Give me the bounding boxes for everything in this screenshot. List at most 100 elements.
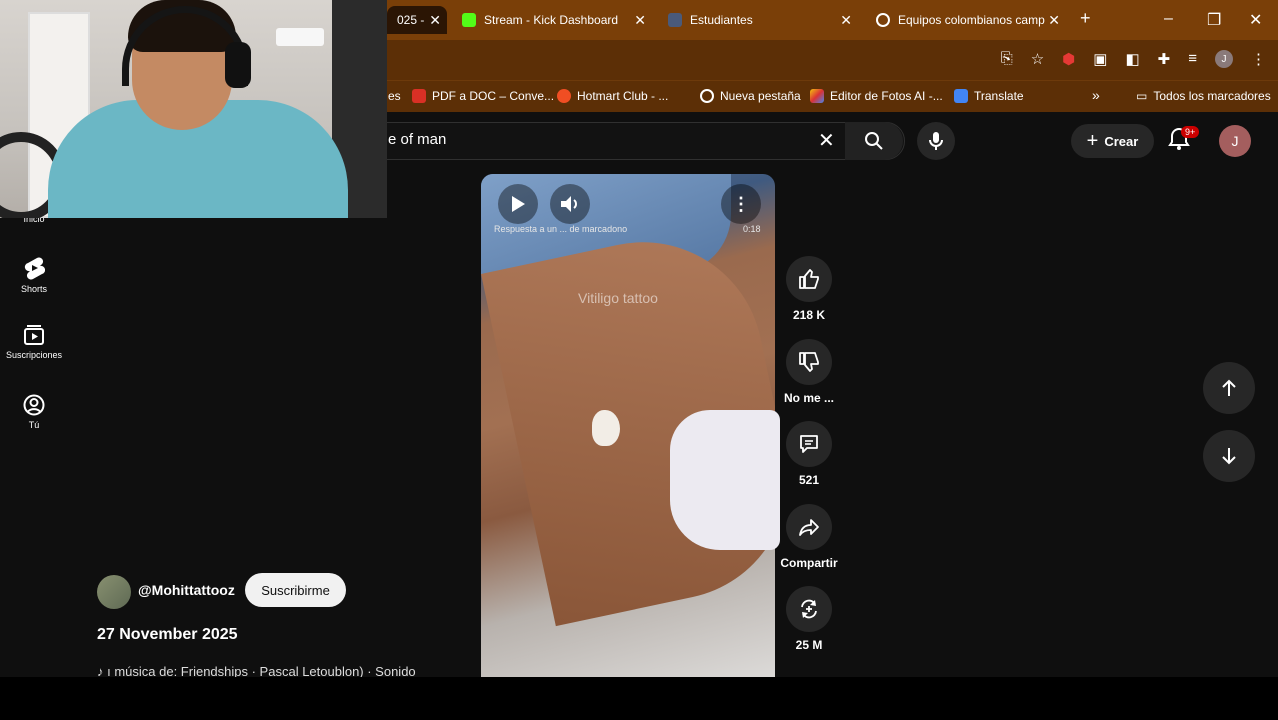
install-icon[interactable]: ⎘ bbox=[1001, 50, 1013, 68]
kick-icon bbox=[462, 13, 476, 27]
channel-name[interactable]: @Mohittattooz bbox=[138, 582, 235, 598]
search-input[interactable]: e of man bbox=[388, 131, 446, 148]
like-button[interactable] bbox=[786, 256, 832, 302]
webcam-background-ac bbox=[276, 28, 324, 46]
all-bookmarks[interactable]: ▭ Todos los marcadores bbox=[1136, 89, 1271, 103]
microphone-icon bbox=[929, 132, 943, 150]
menu-icon[interactable]: ⋮ bbox=[1251, 50, 1266, 68]
pdf-icon bbox=[412, 89, 426, 103]
you-icon bbox=[23, 394, 45, 416]
comment-count: 521 bbox=[798, 473, 820, 487]
remix-count: 25 M bbox=[795, 638, 823, 652]
search-icon bbox=[865, 132, 883, 150]
nav-label: Tú bbox=[28, 420, 40, 430]
subscribe-button[interactable]: Suscribirme bbox=[245, 573, 346, 607]
arrow-down-icon bbox=[1222, 448, 1236, 465]
nav-suscripciones[interactable]: Suscripciones bbox=[0, 324, 68, 360]
profile-avatar[interactable]: J bbox=[1215, 50, 1233, 68]
video-glove bbox=[670, 410, 780, 550]
window-close-icon[interactable]: ✕ bbox=[1249, 10, 1262, 30]
translate-icon bbox=[954, 89, 968, 103]
minimize-icon[interactable]: – bbox=[1164, 10, 1173, 28]
subscriptions-icon bbox=[24, 325, 44, 345]
video-watermark: Vitiligo tattoo bbox=[578, 290, 658, 306]
headphone-earcup bbox=[225, 42, 251, 88]
nav-shorts[interactable]: Shorts bbox=[0, 256, 68, 294]
tab-estudiantes[interactable]: Estudiantes ✕ bbox=[658, 6, 858, 34]
bookmark-item[interactable]: Translate bbox=[954, 89, 1024, 103]
more-vert-icon: ⋮ bbox=[732, 193, 750, 214]
close-icon[interactable]: ✕ bbox=[429, 12, 441, 29]
remix-button[interactable] bbox=[786, 586, 832, 632]
new-tab-button[interactable]: + bbox=[1080, 8, 1091, 29]
play-button[interactable] bbox=[498, 184, 538, 224]
close-icon[interactable]: ✕ bbox=[1048, 12, 1060, 29]
comment-icon bbox=[800, 435, 818, 453]
nav-label: Suscripciones bbox=[5, 350, 63, 360]
nav-tu[interactable]: Tú bbox=[0, 394, 68, 430]
previous-short-button[interactable] bbox=[1203, 362, 1255, 414]
dislike-action[interactable]: No me ... bbox=[779, 339, 839, 405]
video-time: 0:18 bbox=[743, 224, 761, 234]
volume-icon bbox=[561, 196, 577, 212]
next-short-button[interactable] bbox=[1203, 430, 1255, 482]
globe-icon bbox=[700, 89, 714, 103]
extension-icon[interactable]: ▣ bbox=[1093, 50, 1107, 68]
volume-button[interactable] bbox=[550, 184, 590, 224]
tab-equipos[interactable]: Equipos colombianos camp ✕ bbox=[866, 6, 1066, 34]
clear-search-icon[interactable]: ✕ bbox=[818, 128, 835, 153]
hotmart-icon bbox=[557, 89, 571, 103]
like-count: 218 K bbox=[792, 308, 826, 322]
extension-red-icon[interactable]: ⬢ bbox=[1062, 50, 1075, 68]
close-icon[interactable]: ✕ bbox=[840, 12, 852, 29]
share-button[interactable] bbox=[786, 504, 832, 550]
close-icon[interactable]: ✕ bbox=[634, 12, 646, 29]
like-action[interactable]: 218 K bbox=[779, 256, 839, 322]
star-icon[interactable]: ☆ bbox=[1031, 50, 1044, 68]
bookmark-item[interactable]: es bbox=[388, 89, 401, 103]
thumbs-up-icon bbox=[799, 269, 819, 289]
remix-icon bbox=[801, 599, 817, 619]
tab-title: Estudiantes bbox=[690, 13, 753, 27]
bookmark-item[interactable]: Editor de Fotos AI -... bbox=[810, 89, 943, 103]
tab-title: Equipos colombianos camp bbox=[898, 13, 1045, 27]
puzzle-icon[interactable]: ✚ bbox=[1158, 50, 1171, 68]
search-button[interactable] bbox=[845, 122, 903, 160]
photo-editor-icon bbox=[810, 89, 824, 103]
tab-title: 025 - bbox=[397, 13, 425, 27]
arrow-up-icon bbox=[1222, 379, 1236, 396]
notification-badge: 9+ bbox=[1181, 126, 1200, 138]
dislike-label: No me ... bbox=[783, 391, 834, 405]
remix-action[interactable]: 25 M bbox=[779, 586, 839, 652]
share-icon bbox=[799, 519, 819, 536]
media-icon[interactable]: ≡ bbox=[1188, 50, 1197, 68]
tab-kick-dashboard[interactable]: Stream - Kick Dashboard ✕ bbox=[452, 6, 652, 34]
toolbar-icons: ⎘ ☆ ⬢ ▣ ◧ ✚ ≡ J ⋮ bbox=[1001, 50, 1266, 68]
bookmarks-overflow[interactable]: » bbox=[1092, 87, 1100, 103]
tab-title: Stream - Kick Dashboard bbox=[484, 13, 619, 27]
thumbs-down-icon bbox=[799, 352, 819, 372]
dislike-button[interactable] bbox=[786, 339, 832, 385]
screen: 025 - ✕ Stream - Kick Dashboard ✕ Estudi… bbox=[0, 0, 1278, 720]
video-caption: Respuesta a un ... de marcadono bbox=[494, 224, 628, 234]
more-options-button[interactable]: ⋮ bbox=[721, 184, 761, 224]
music-credit[interactable]: ♪ ı música de: Friendships · Pascal Leto… bbox=[97, 664, 467, 677]
extension-grey-icon[interactable]: ◧ bbox=[1125, 50, 1139, 68]
folder-icon: ▭ bbox=[1136, 89, 1148, 103]
plus-icon: + bbox=[1086, 129, 1099, 152]
comments-button[interactable] bbox=[786, 421, 832, 467]
bookmark-item[interactable]: Nueva pestaña bbox=[700, 89, 801, 103]
share-label: Compartir bbox=[780, 556, 838, 570]
channel-avatar[interactable] bbox=[97, 575, 131, 609]
comments-action[interactable]: 521 bbox=[779, 421, 839, 487]
webcam-overlay bbox=[0, 0, 387, 218]
restore-icon[interactable]: ❐ bbox=[1207, 10, 1221, 30]
bookmark-item[interactable]: Hotmart Club - ... bbox=[557, 89, 668, 103]
create-button[interactable]: + Crear bbox=[1071, 124, 1154, 158]
bookmark-item[interactable]: PDF a DOC – Conve... bbox=[412, 89, 554, 103]
voice-search-button[interactable] bbox=[917, 122, 955, 160]
account-avatar[interactable]: J bbox=[1219, 125, 1251, 157]
tab-active[interactable]: 025 - ✕ bbox=[387, 6, 447, 34]
play-icon bbox=[512, 196, 525, 212]
share-action[interactable]: Compartir bbox=[779, 504, 839, 570]
